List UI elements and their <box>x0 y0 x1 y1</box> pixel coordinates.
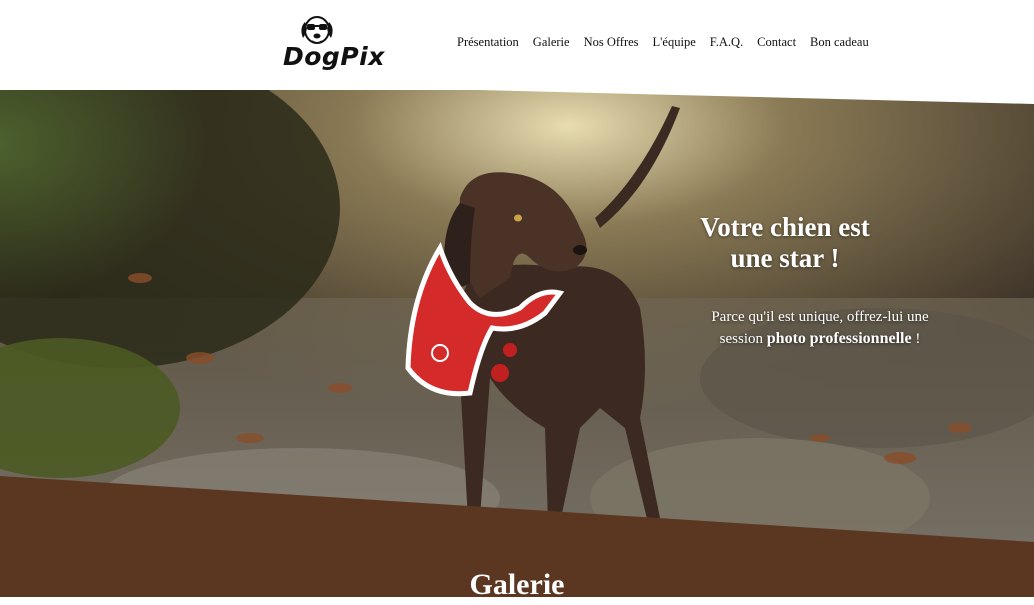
nav-item-faq[interactable]: F.A.Q. <box>703 35 750 50</box>
hero-title: Votre chien est une star ! <box>700 212 870 273</box>
gallery-title: Galerie <box>469 568 565 601</box>
main-nav: Présentation Galerie Nos Offres L'équipe… <box>450 35 876 50</box>
hero-subtitle: Parce qu'il est unique, offrez-lui une s… <box>711 309 929 347</box>
nav-item-presentation[interactable]: Présentation <box>450 35 526 50</box>
site-header: DogPix Présentation Galerie Nos Offres L… <box>0 0 1034 90</box>
logo-text: DogPix <box>283 42 385 71</box>
nav-item-galerie[interactable]: Galerie <box>526 35 577 50</box>
nav-item-nos-offres[interactable]: Nos Offres <box>577 35 646 50</box>
nav-item-equipe[interactable]: L'équipe <box>646 35 703 50</box>
logo[interactable]: DogPix <box>283 14 384 72</box>
nav-item-bon-cadeau[interactable]: Bon cadeau <box>803 35 876 50</box>
nav-item-contact[interactable]: Contact <box>750 35 803 50</box>
